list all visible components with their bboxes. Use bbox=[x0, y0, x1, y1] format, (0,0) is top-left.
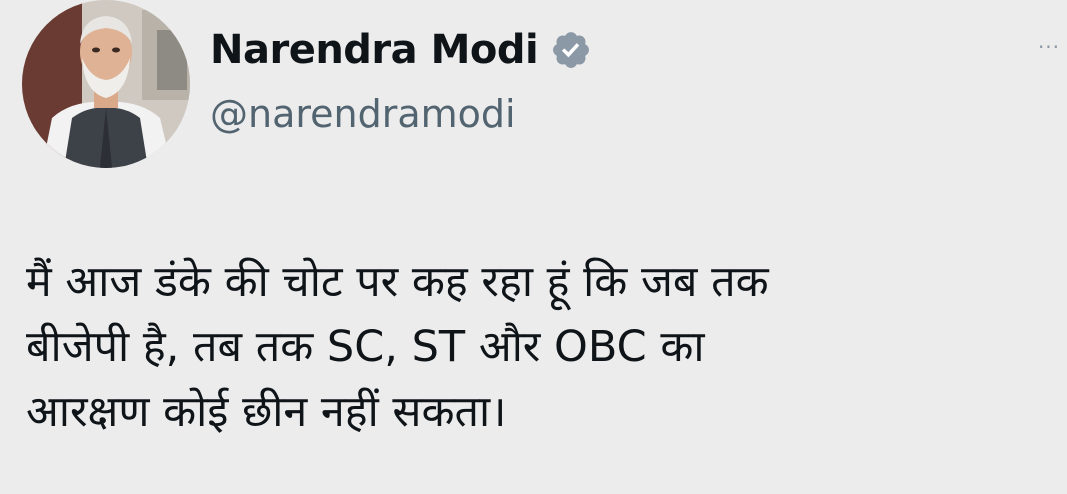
tweet-text-line: मैं आज डंके की चोट पर कह रहा हूं कि जब त… bbox=[26, 257, 769, 307]
tweet-text: मैं आज डंके की चोट पर कह रहा हूं कि जब त… bbox=[26, 250, 1056, 445]
tweet-text-line: बीजेपी है, तब तक SC, ST और OBC का bbox=[26, 322, 705, 372]
author-name-row: Narendra Modi bbox=[210, 22, 592, 78]
author-handle[interactable]: @narendramodi bbox=[210, 92, 516, 136]
tweet-text-line: आरक्षण कोई छीन नहीं सकता। bbox=[26, 387, 507, 437]
author-display-name[interactable]: Narendra Modi bbox=[210, 27, 539, 73]
verified-badge-icon bbox=[550, 29, 592, 71]
profile-photo bbox=[22, 0, 190, 168]
avatar[interactable] bbox=[22, 0, 190, 168]
more-horizontal-icon[interactable]: ··· bbox=[1032, 30, 1066, 64]
tweet-card: Narendra Modi @narendramodi ··· मैं आज ड… bbox=[0, 0, 1067, 494]
